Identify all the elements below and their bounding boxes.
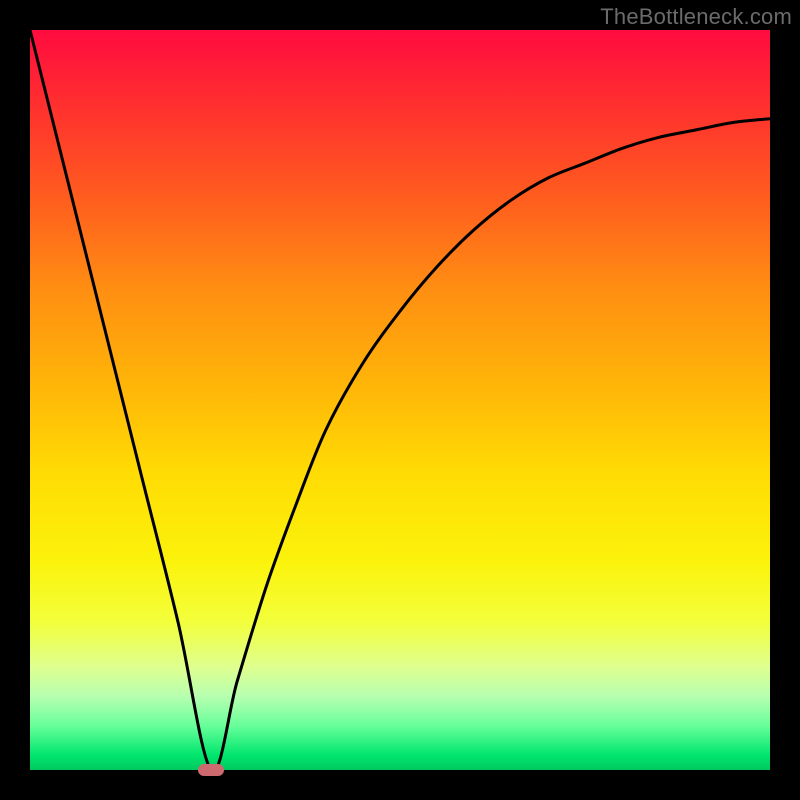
curve-layer <box>30 30 770 770</box>
watermark-text: TheBottleneck.com <box>600 4 792 30</box>
minimum-marker <box>198 764 224 776</box>
bottleneck-curve <box>30 30 770 770</box>
chart-frame: TheBottleneck.com <box>0 0 800 800</box>
plot-area <box>30 30 770 770</box>
